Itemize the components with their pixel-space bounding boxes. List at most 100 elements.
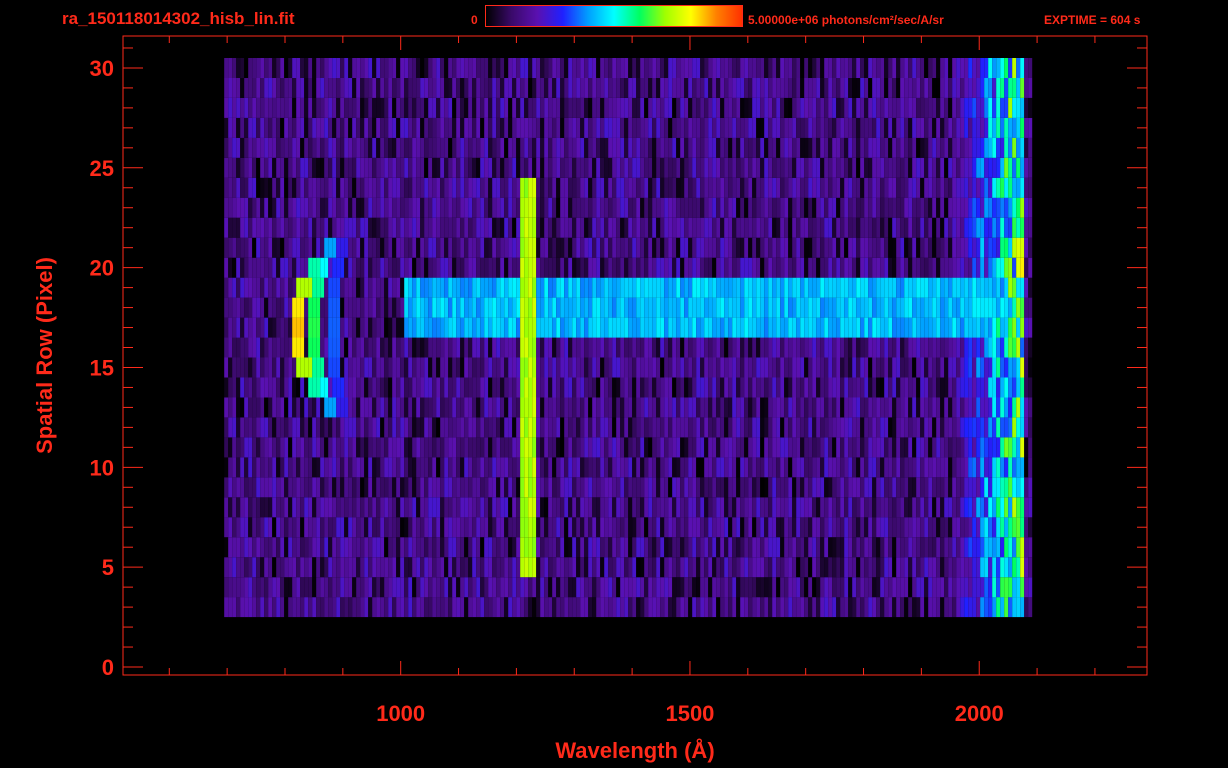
heatmap-cell xyxy=(504,397,509,418)
heatmap-cell xyxy=(716,577,721,598)
heatmap-cell xyxy=(912,177,917,198)
heatmap-cell xyxy=(224,497,229,518)
heatmap-cell xyxy=(424,197,429,218)
heatmap-cell xyxy=(780,437,785,458)
heatmap-cell xyxy=(592,297,597,318)
heatmap-cell xyxy=(252,557,257,578)
heatmap-cell xyxy=(512,457,517,478)
heatmap-cell xyxy=(336,237,341,258)
heatmap-cell xyxy=(572,437,577,458)
heatmap-cell xyxy=(716,597,721,618)
heatmap-cell xyxy=(508,277,513,298)
heatmap-cell xyxy=(1004,297,1009,318)
heatmap-cell xyxy=(492,357,497,378)
heatmap-cell xyxy=(396,297,401,318)
heatmap-cell xyxy=(420,597,425,618)
heatmap-cell xyxy=(980,377,985,398)
heatmap-cell xyxy=(412,417,417,438)
heatmap-cell xyxy=(556,337,561,358)
heatmap-cell xyxy=(904,357,909,378)
heatmap-cell xyxy=(1024,237,1029,258)
heatmap-cell xyxy=(652,537,657,558)
heatmap-cell xyxy=(916,557,921,578)
heatmap-cell xyxy=(260,117,265,138)
heatmap-cell xyxy=(960,217,965,238)
heatmap-cell xyxy=(900,317,905,338)
heatmap-cell xyxy=(404,137,409,158)
heatmap-cell xyxy=(816,477,821,498)
heatmap-cell xyxy=(820,537,825,558)
heatmap-cell xyxy=(540,597,545,618)
heatmap-cell xyxy=(408,577,413,598)
heatmap-cell xyxy=(720,257,725,278)
heatmap-cell xyxy=(532,517,537,538)
heatmap-cell xyxy=(376,437,381,458)
heatmap-cell xyxy=(808,297,813,318)
heatmap-cell xyxy=(980,597,985,618)
heatmap-cell xyxy=(264,577,269,598)
heatmap-cell xyxy=(580,177,585,198)
heatmap-cell xyxy=(416,137,421,158)
heatmap-cell xyxy=(448,277,453,298)
heatmap-cell xyxy=(656,477,661,498)
heatmap-cell xyxy=(688,157,693,178)
heatmap-cell xyxy=(908,437,913,458)
heatmap-cell xyxy=(916,317,921,338)
heatmap-cell xyxy=(784,437,789,458)
heatmap-cell xyxy=(584,217,589,238)
heatmap-cell xyxy=(284,497,289,518)
heatmap-cell xyxy=(312,137,317,158)
heatmap-cell xyxy=(832,157,837,178)
heatmap-cell xyxy=(548,437,553,458)
heatmap-cell xyxy=(304,157,309,178)
heatmap-cell xyxy=(940,477,945,498)
heatmap-cell xyxy=(708,377,713,398)
heatmap-cell xyxy=(1016,357,1021,378)
heatmap-cell xyxy=(636,477,641,498)
heatmap-cell xyxy=(320,477,325,498)
heatmap-cell xyxy=(940,337,945,358)
heatmap-cell xyxy=(364,477,369,498)
heatmap-cell xyxy=(312,397,317,418)
heatmap-cell xyxy=(904,557,909,578)
heatmap-cell xyxy=(552,177,557,198)
heatmap-cell xyxy=(972,497,977,518)
heatmap-cell xyxy=(328,157,333,178)
heatmap-cell xyxy=(688,117,693,138)
heatmap-cell xyxy=(832,517,837,538)
heatmap-cell xyxy=(628,137,633,158)
heatmap-cell xyxy=(664,397,669,418)
heatmap-cell xyxy=(420,197,425,218)
heatmap-cell xyxy=(368,317,373,338)
heatmap-cell xyxy=(304,277,309,298)
heatmap-cell xyxy=(628,557,633,578)
heatmap-cell xyxy=(692,197,697,218)
heatmap-cell xyxy=(748,317,753,338)
heatmap-cell xyxy=(716,117,721,138)
heatmap-cell xyxy=(924,437,929,458)
heatmap-cell xyxy=(348,577,353,598)
heatmap-cell xyxy=(288,497,293,518)
heatmap-cell xyxy=(852,437,857,458)
heatmap-cell xyxy=(232,157,237,178)
heatmap-cell xyxy=(320,217,325,238)
heatmap-cell xyxy=(728,357,733,378)
heatmap-cell xyxy=(604,597,609,618)
heatmap-cell xyxy=(976,237,981,258)
heatmap-cell xyxy=(752,237,757,258)
heatmap-cell xyxy=(696,457,701,478)
heatmap-cell xyxy=(440,577,445,598)
heatmap-cell xyxy=(908,517,913,538)
heatmap-cell xyxy=(560,217,565,238)
heatmap-cell xyxy=(332,557,337,578)
heatmap-cell xyxy=(816,397,821,418)
heatmap-cell xyxy=(356,577,361,598)
heatmap-cell xyxy=(860,217,865,238)
heatmap-cell xyxy=(460,497,465,518)
heatmap-cell xyxy=(432,457,437,478)
heatmap-cell xyxy=(404,217,409,238)
heatmap-cell xyxy=(412,557,417,578)
heatmap-cell xyxy=(276,497,281,518)
heatmap-cell xyxy=(1020,577,1025,598)
heatmap-cell xyxy=(620,357,625,378)
